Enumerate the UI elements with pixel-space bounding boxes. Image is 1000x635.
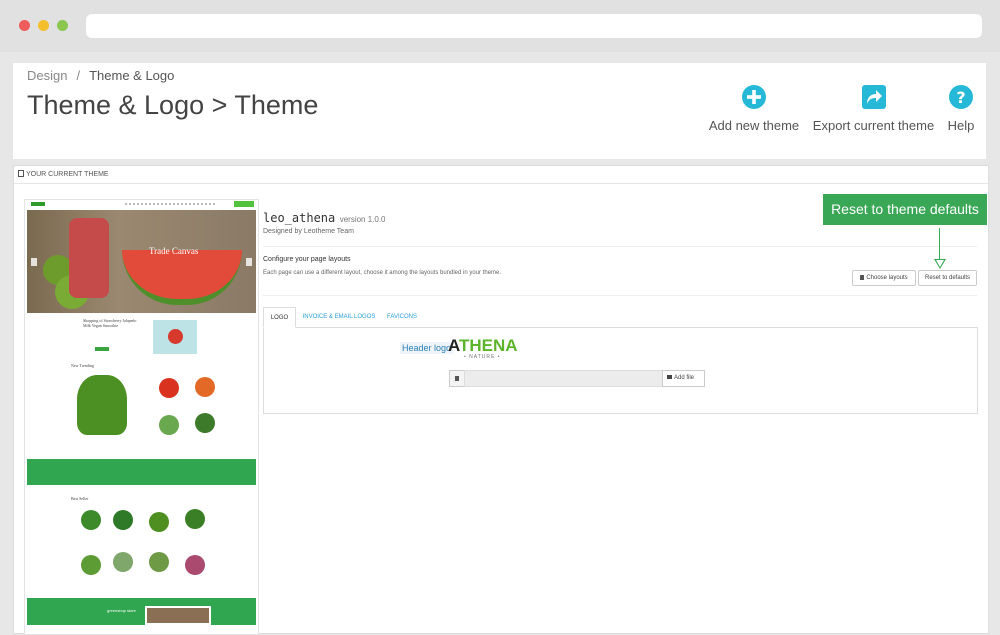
panel-heading-label: YOUR CURRENT THEME [26, 171, 109, 178]
preview-hero-banner: Trade Canvas [27, 210, 256, 313]
browser-bar [0, 0, 1000, 52]
shield-icon [18, 170, 24, 177]
theme-version: version 1.0.0 [339, 215, 386, 224]
choose-layouts-button[interactable]: Choose layouts [852, 270, 916, 286]
preview-new-trending: New Trending [71, 363, 95, 368]
divider [263, 246, 977, 247]
preview-product [81, 555, 101, 575]
share-icon [861, 85, 886, 109]
help-button[interactable]: ? Help [945, 85, 977, 133]
folder-open-icon [667, 375, 672, 379]
reset-callout: Reset to theme defaults [823, 194, 987, 225]
preview-nav [125, 203, 215, 205]
divider [263, 295, 977, 296]
tab-invoice-email-logos[interactable]: INVOICE & EMAIL LOGOS [301, 307, 377, 328]
theme-title: leo_athena version 1.0.0 [263, 209, 386, 227]
theme-designer: Designed by Leotheme Team [263, 228, 354, 235]
preview-store-photo [145, 606, 211, 625]
preview-smoothie-cup [69, 218, 109, 298]
file-input[interactable] [464, 370, 663, 387]
choose-layouts-label: Choose layouts [866, 275, 908, 281]
callout-arrow-line [939, 228, 941, 260]
layouts-title: Configure your page layouts [263, 256, 351, 263]
tab-favicons[interactable]: FAVICONS [382, 307, 422, 328]
preview-product [81, 510, 101, 530]
preview-product [195, 377, 215, 397]
logo-subtitle: • NATURE • [464, 354, 501, 360]
file-upload: Add file [449, 370, 705, 387]
logo-first-letter: A [448, 336, 460, 355]
preview-best-seller: Best Seller [71, 496, 89, 501]
header-logo-label: Header logo [400, 342, 454, 354]
add-file-label: Add file [674, 375, 695, 381]
preview-watermelon [122, 250, 242, 305]
page-title: Theme & Logo > Theme [27, 90, 319, 120]
logo-tab-content: Header logo ATHENA • NATURE • Add file [263, 327, 978, 414]
preview-tomato [168, 329, 183, 344]
page-header: Design / Theme & Logo Theme & Logo > Theme… [13, 63, 986, 159]
minimize-window-icon[interactable] [38, 20, 49, 31]
add-new-theme-label: Add new theme [708, 118, 800, 133]
logo-tabs: LOGO INVOICE & EMAIL LOGOS FAVICONS [263, 307, 977, 328]
logo-brand-rest: THENA [459, 336, 518, 355]
add-new-theme-button[interactable]: Add new theme [706, 85, 802, 133]
preview-feature-band [27, 459, 256, 485]
preview-hero-text: Trade Canvas [149, 246, 199, 256]
help-label: Help [947, 118, 975, 133]
preview-product [159, 378, 179, 398]
theme-preview-image: Trade Canvas Shopping of Strawberry Jala… [24, 199, 259, 635]
breadcrumb-current: Theme & Logo [89, 68, 175, 83]
export-current-theme-button[interactable]: Export current theme [810, 85, 937, 133]
current-theme-panel: YOUR CURRENT THEME Trade Canvas Shopping… [13, 165, 989, 635]
file-icon [449, 370, 465, 387]
address-bar[interactable] [86, 14, 982, 38]
export-current-theme-label: Export current theme [812, 118, 935, 133]
preview-logo [31, 202, 45, 206]
close-window-icon[interactable] [19, 20, 30, 31]
plus-circle-icon [742, 85, 766, 109]
preview-store-text: greenshop store [107, 608, 136, 613]
reset-to-defaults-button[interactable]: Reset to defaults [918, 270, 977, 286]
tab-logo[interactable]: LOGO [263, 307, 296, 328]
maximize-window-icon[interactable] [57, 20, 68, 31]
header-logo-image: ATHENA [448, 336, 518, 356]
preview-product [149, 512, 169, 532]
help-icon: ? [949, 85, 973, 109]
file-icon [860, 275, 865, 280]
preview-product [149, 552, 169, 572]
preview-promo-text: Shopping of Strawberry Jalapeño Milk Veg… [83, 318, 137, 328]
preview-cart [234, 201, 254, 207]
preview-next-arrow [246, 258, 252, 266]
preview-store-band: greenshop store [27, 598, 256, 625]
preview-product [195, 413, 215, 433]
preview-prev-arrow [31, 258, 37, 266]
preview-product [185, 509, 205, 529]
breadcrumb-design-link[interactable]: Design [27, 68, 67, 83]
preview-product [159, 415, 179, 435]
breadcrumb: Design / Theme & Logo [27, 68, 174, 83]
theme-name: leo_athena [263, 211, 336, 225]
panel-heading: YOUR CURRENT THEME [14, 166, 988, 184]
add-file-button[interactable]: Add file [662, 370, 705, 387]
breadcrumb-separator: / [76, 68, 81, 83]
document-icon [455, 376, 459, 381]
layouts-description: Each page can use a different layout, ch… [263, 270, 502, 276]
preview-promo-button [95, 347, 109, 351]
callout-arrow-inner [936, 260, 944, 267]
preview-product [113, 552, 133, 572]
preview-product [185, 555, 205, 575]
svg-text:?: ? [956, 88, 965, 107]
preview-product [113, 510, 133, 530]
reset-to-defaults-label: Reset to defaults [924, 275, 971, 281]
preview-broccoli [77, 375, 127, 435]
